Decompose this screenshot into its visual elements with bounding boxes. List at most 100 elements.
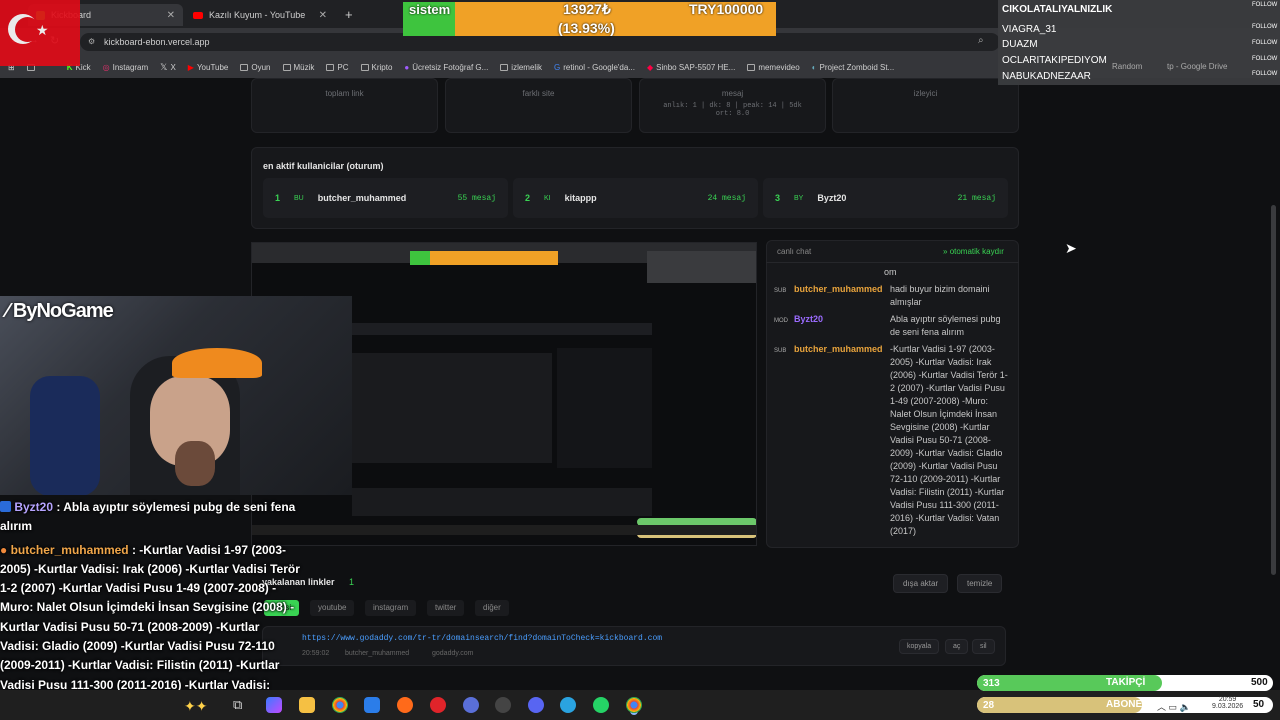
active-user-item[interactable]: 1 BU butcher_muhammed 55 mesaj: [263, 178, 508, 218]
overlay-chat-user: butcher_muhammed: [10, 542, 129, 557]
whatsapp-icon[interactable]: [593, 697, 609, 713]
bookmark-label: PC: [337, 62, 349, 72]
overlay-chat-text: -Kurtlar Vadisi 1-97 (2003-2005) -Kurtla…: [0, 542, 300, 711]
task-view-icon[interactable]: ⧉: [233, 697, 242, 713]
close-tab-icon[interactable]: ✕: [167, 10, 175, 21]
copy-button[interactable]: kopyala: [899, 639, 940, 654]
new-tab-button[interactable]: +: [345, 7, 353, 22]
bookmark-izlemelik[interactable]: izlemelik: [500, 63, 542, 72]
stat-sub: anlık: 1 | dk: 8 | peak: 14 | 5dk: [663, 102, 802, 110]
filter-twitter[interactable]: twitter: [427, 600, 465, 616]
follow-tag: FOLLOW: [1252, 56, 1278, 62]
opera-icon[interactable]: [430, 697, 446, 713]
bookmark-random[interactable]: Random: [1112, 62, 1142, 71]
telegram-icon[interactable]: [560, 697, 576, 713]
user-name: butcher_muhammed: [317, 193, 407, 203]
link-url[interactable]: https://www.godaddy.com/tr-tr/domainsear…: [302, 634, 662, 643]
bookmark-instagram[interactable]: ◎ Instagram: [103, 63, 149, 72]
active-user-item[interactable]: 3 BY Byzt20 21 mesaj: [763, 178, 1008, 218]
overlay-chat-user: Byzt20: [14, 500, 54, 514]
bookmark-pc[interactable]: PC: [326, 62, 349, 72]
link-user: butcher_muhammed: [345, 650, 410, 657]
tab-youtube[interactable]: Kazılı Kuyum - YouTube ✕: [185, 4, 335, 26]
bookmark-foto[interactable]: ● Ücretsiz Fotoğraf G...: [404, 63, 488, 72]
overlay-chat-message: Byzt20 : Abla ayıptır söylemesi pubg de …: [0, 500, 296, 534]
webcam-feed: [0, 296, 352, 495]
copilot-icon[interactable]: [266, 697, 282, 713]
followers-current: 313: [983, 677, 1000, 689]
firefox-icon[interactable]: [397, 697, 413, 713]
stat-card-sites: farklı site: [445, 78, 632, 133]
bookmark-label: Instagram: [112, 62, 149, 72]
bookmark-drive[interactable]: tp - Google Drive: [1167, 62, 1227, 71]
zoom-icon[interactable]: ⌕: [978, 35, 984, 46]
bookmark-sinbo[interactable]: ◆ Sinbo SAP-5507 HE...: [647, 63, 735, 72]
open-button[interactable]: aç: [945, 639, 969, 654]
bookmark-retinol[interactable]: Gretinol - Google'da...: [554, 63, 635, 72]
badge-icon: ●: [0, 542, 8, 557]
chrome-icon[interactable]: [332, 697, 348, 713]
delete-button[interactable]: sil: [972, 639, 995, 654]
donation-label: sistem: [409, 2, 451, 17]
autoscroll-toggle[interactable]: » otomatik kaydır: [943, 247, 1004, 256]
bookmark-zomboid[interactable]: ◐ Project Zomboid St...: [812, 63, 895, 72]
clock-date: 9.03.2026: [1212, 703, 1244, 710]
app-icon[interactable]: [463, 697, 479, 713]
subs-current: 28: [983, 699, 995, 711]
bookmark-memevideo[interactable]: memevideo: [747, 62, 800, 72]
sub-badge: SUB: [774, 288, 787, 294]
active-user-item[interactable]: 2 KI kitappp 24 mesaj: [513, 178, 758, 218]
link-site: godaddy.com: [432, 650, 474, 657]
chat-text: -Kurtlar Vadisi 1-97 (2003-2005) -Kurtla…: [890, 344, 1008, 536]
clock[interactable]: 20:59 9.03.2026: [1212, 696, 1243, 710]
page-scrollbar[interactable]: [1271, 205, 1276, 575]
bookmark-label: memevideo: [758, 62, 800, 72]
stat-label: mesaj: [721, 89, 744, 98]
kick-badge-icon: [0, 501, 11, 512]
close-tab-icon[interactable]: ✕: [319, 10, 327, 21]
tray-icons[interactable]: ︿ ▭ 🔈: [1157, 700, 1191, 713]
stat-label: farklı site: [522, 89, 555, 98]
rank-number: 1: [275, 193, 281, 203]
user-name: kitappp: [564, 193, 597, 203]
obs-icon[interactable]: [495, 697, 511, 713]
sparkle-icon[interactable]: ✦✦: [184, 698, 207, 715]
followers-label: TAKİPÇİ: [1106, 677, 1146, 688]
message-count: 21 mesaj: [957, 193, 996, 203]
filter-other[interactable]: diğer: [475, 600, 509, 616]
discord-icon[interactable]: [528, 697, 544, 713]
filter-youtube[interactable]: youtube: [310, 600, 355, 616]
subs-goal: 50: [1253, 699, 1265, 710]
bookmark-kripto[interactable]: Kripto: [360, 63, 392, 72]
bookmark-youtube[interactable]: ▶ YouTube: [188, 63, 229, 72]
stream-chat-overlay: Byzt20 : Abla ayıptır söylemesi pubg de …: [0, 498, 300, 720]
mod-badge: MOD: [774, 318, 788, 324]
chrome-active-icon[interactable]: [626, 697, 642, 713]
steam-icon: ◐: [811, 62, 817, 72]
chat-username[interactable]: Byzt20: [794, 313, 886, 339]
bookmark-muzik[interactable]: Müzik: [282, 63, 314, 72]
clear-button[interactable]: temizle: [957, 574, 1003, 593]
site-info-icon[interactable]: ⚙: [88, 37, 95, 46]
follow-tag: FOLLOW: [1252, 71, 1278, 77]
bookmark-label: X: [170, 62, 176, 72]
bookmark-x[interactable]: 𝕏X: [160, 62, 176, 73]
bookmark-oyun[interactable]: Oyun: [240, 63, 271, 72]
live-chat-title: canlı chat: [777, 247, 812, 256]
bookmark-label: retinol - Google'da...: [563, 62, 635, 72]
follower-name: OCLARITAKIPEDIYOM: [1002, 55, 1107, 66]
google-icon: G: [553, 62, 561, 72]
filter-instagram[interactable]: instagram: [365, 600, 417, 616]
chat-username[interactable]: butcher_muhammed: [794, 283, 886, 309]
file-explorer-icon[interactable]: [299, 697, 315, 713]
bookmark-label: YouTube: [196, 62, 229, 72]
follower-name: DUAZM: [1002, 39, 1038, 50]
instagram-icon: ◎: [102, 62, 110, 72]
chat-username[interactable]: butcher_muhammed: [794, 343, 886, 538]
follow-tag: FOLLOW: [1252, 24, 1278, 30]
tab-label: Kazılı Kuyum - YouTube: [209, 10, 306, 20]
export-button[interactable]: dışa aktar: [893, 574, 949, 593]
mail-icon[interactable]: [364, 697, 380, 713]
chat-divider: [766, 262, 1019, 263]
user-avatar: BY: [794, 194, 804, 202]
